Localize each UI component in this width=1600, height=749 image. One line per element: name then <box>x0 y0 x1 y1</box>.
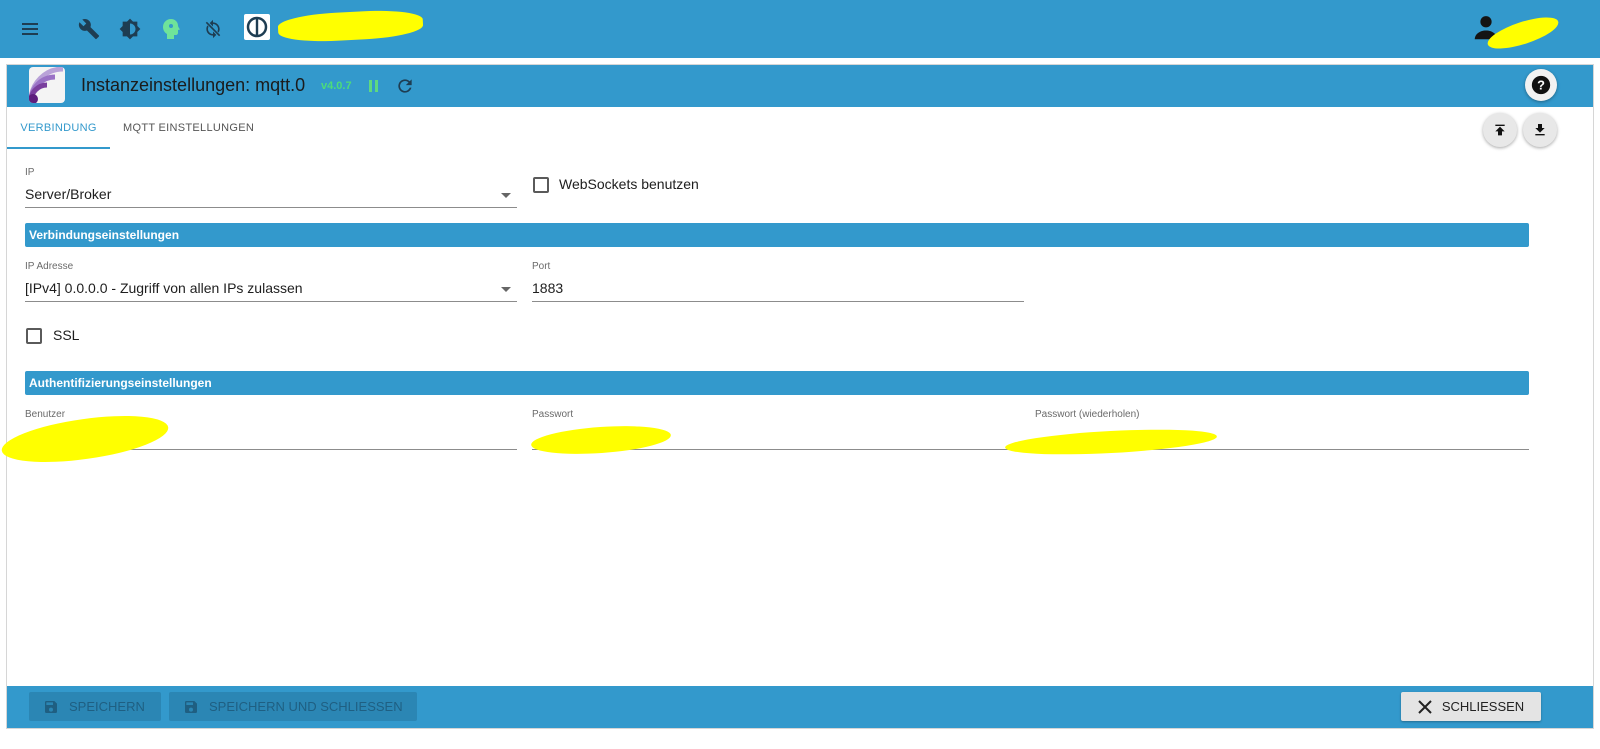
menu-icon[interactable] <box>18 16 44 42</box>
tab-mqtt-einstellungen[interactable]: MQTT EINSTELLUNGEN <box>123 107 254 149</box>
iobroker-logo-icon[interactable] <box>244 14 270 40</box>
ssl-checkbox[interactable] <box>26 328 42 344</box>
user-label: Benutzer <box>25 409 66 420</box>
help-button[interactable]: ? <box>1525 69 1557 101</box>
port-label: Port <box>532 261 551 272</box>
ip-select-value[interactable]: Server/Broker <box>25 186 111 202</box>
save-button-label: SPEICHERN <box>69 699 145 714</box>
section-connection-header: Verbindungseinstellungen <box>25 223 1529 247</box>
password-repeat-label: Passwort (wiederholen) <box>1035 409 1140 420</box>
tab-verbindung[interactable]: VERBINDUNG <box>7 107 110 149</box>
version-badge: v4.0.7 <box>321 80 352 92</box>
instance-settings-dialog: Instanzeinstellungen: mqtt.0 v4.0.7 ? VE… <box>0 64 1594 729</box>
dialog-header: Instanzeinstellungen: mqtt.0 v4.0.7 ? <box>7 65 1593 107</box>
save-icon <box>185 700 197 713</box>
download-button[interactable] <box>1523 113 1557 147</box>
ip-address-select-value[interactable]: [IPv4] 0.0.0.0 - Zugriff von allen IPs z… <box>25 280 303 296</box>
download-icon <box>1535 124 1545 136</box>
dialog-footer: SPEICHERN SPEICHERN UND SCHLIESSEN SCHLI… <box>7 686 1593 728</box>
port-input[interactable]: 1883 <box>532 280 563 296</box>
ssl-label: SSL <box>53 327 80 343</box>
ip-label: IP <box>25 167 35 178</box>
top-app-bar <box>0 0 1600 58</box>
chevron-down-icon[interactable] <box>501 287 511 292</box>
redacted-hostname <box>277 8 424 44</box>
ip-address-underline <box>25 301 517 302</box>
help-icon: ? <box>1531 75 1551 95</box>
reload-icon[interactable] <box>395 76 415 96</box>
websockets-label: WebSockets benutzen <box>559 176 699 192</box>
password-label: Passwort <box>532 409 574 420</box>
redacted-password-repeat <box>1004 425 1218 459</box>
sync-icon[interactable] <box>200 16 226 42</box>
page-title: Instanzeinstellungen: mqtt.0 <box>81 75 306 95</box>
chevron-down-icon[interactable] <box>501 193 511 198</box>
head-icon[interactable] <box>159 16 185 42</box>
svg-text:?: ? <box>1537 78 1545 93</box>
ip-address-label: IP Adresse <box>25 261 74 272</box>
close-icon <box>1418 699 1432 714</box>
ip-select-underline <box>25 207 517 208</box>
upload-button[interactable] <box>1483 113 1517 147</box>
mqtt-adapter-icon <box>29 67 65 103</box>
close-button-label: SCHLIESSEN <box>1441 699 1525 714</box>
save-button[interactable]: SPEICHERN <box>29 692 161 721</box>
tab-bar: VERBINDUNG MQTT EINSTELLUNGEN <box>7 107 1593 149</box>
close-button[interactable]: SCHLIESSEN <box>1401 692 1541 721</box>
section-auth-header: Authentifizierungseinstellungen <box>25 371 1529 395</box>
websockets-checkbox[interactable] <box>533 177 549 193</box>
pause-icon[interactable] <box>367 78 381 94</box>
port-underline <box>532 301 1024 302</box>
save-icon <box>45 700 57 713</box>
upload-icon <box>1495 124 1505 136</box>
save-and-close-label: SPEICHERN UND SCHLIESSEN <box>209 699 403 714</box>
redacted-password <box>530 422 672 458</box>
wrench-icon[interactable] <box>76 16 102 42</box>
save-and-close-button[interactable]: SPEICHERN UND SCHLIESSEN <box>169 692 417 721</box>
brightness-icon[interactable] <box>117 16 143 42</box>
